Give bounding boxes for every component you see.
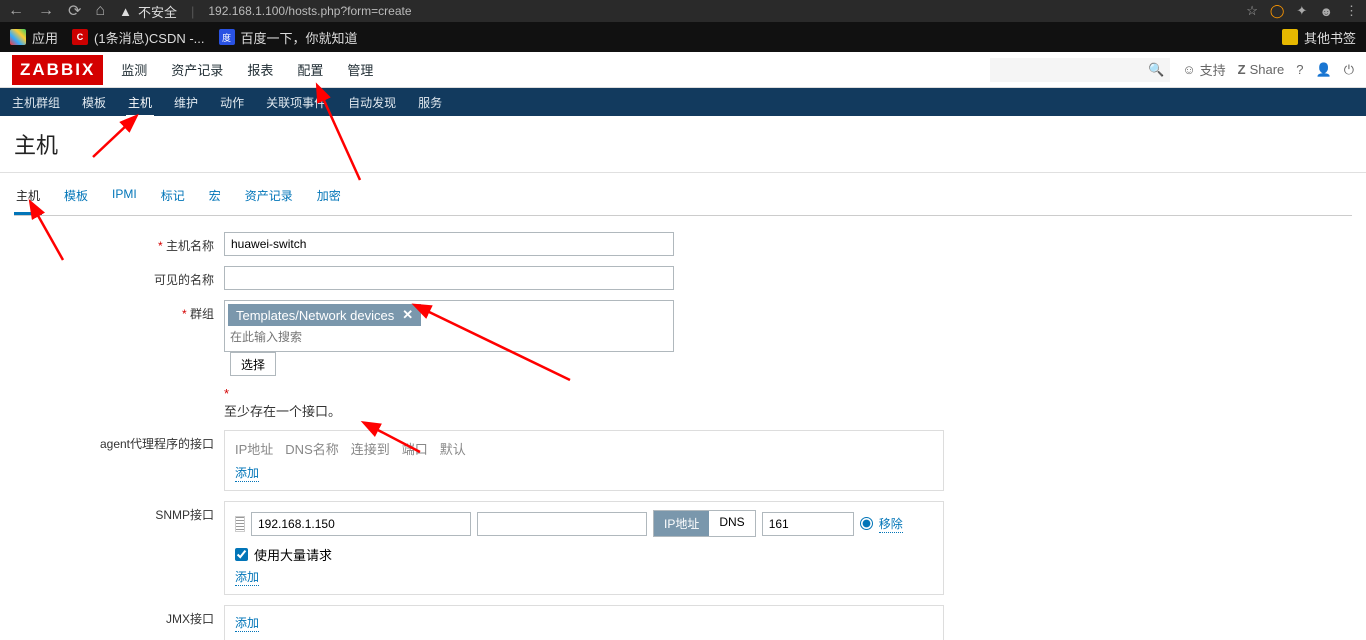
jmx-add-link[interactable]: 添加 — [235, 614, 259, 632]
nav-back-icon[interactable]: ← — [8, 2, 24, 20]
power-icon[interactable]: ⏻ — [1344, 62, 1354, 78]
tab-ipmi[interactable]: IPMI — [110, 181, 139, 215]
subnav-templates[interactable]: 模板 — [80, 88, 108, 117]
subnav-maintenance[interactable]: 维护 — [172, 88, 200, 117]
form-tabs: 主机 模板 IPMI 标记 宏 资产记录 加密 — [14, 181, 1352, 216]
snmp-ip-input[interactable] — [251, 512, 471, 536]
addr-separator: | — [191, 4, 194, 19]
tab-encryption[interactable]: 加密 — [315, 181, 343, 215]
star-icon[interactable]: ☆ — [1246, 3, 1258, 19]
nav-reload-icon[interactable]: ⟳ — [68, 1, 81, 21]
search-input[interactable] — [990, 58, 1170, 82]
snmp-default-radio[interactable] — [860, 517, 873, 530]
nav-home-icon[interactable]: ⌂ — [95, 2, 105, 20]
hostname-input[interactable] — [224, 232, 674, 256]
jmx-label: JMX接口 — [14, 605, 224, 627]
insecure-label: 不安全 — [138, 2, 177, 21]
user-icon[interactable]: 👤 — [1316, 62, 1332, 78]
snmp-label: SNMP接口 — [14, 501, 224, 523]
sub-nav: 主机群组 模板 主机 维护 动作 关联项事件 自动发现 服务 — [0, 88, 1366, 116]
iface-header: IP地址DNS名称 连接到端口 默认 — [235, 439, 933, 458]
page-title: 主机 — [0, 116, 1366, 173]
browser-toolbar: ← → ⟳ ⌂ ▲ 不安全 | 192.168.1.100/hosts.php?… — [0, 0, 1366, 22]
menu-admin[interactable]: 管理 — [343, 51, 377, 88]
groups-label: 群组 — [14, 300, 224, 322]
toggle-ip[interactable]: IP地址 — [654, 511, 709, 536]
select-button[interactable]: 选择 — [230, 352, 276, 376]
bm-apps[interactable]: 应用 — [10, 28, 58, 47]
jmx-iface-box: 添加 — [224, 605, 944, 640]
tag-remove-icon[interactable]: ✕ — [402, 307, 413, 323]
menu-reports[interactable]: 报表 — [243, 51, 277, 88]
bulk-checkbox[interactable] — [235, 548, 248, 561]
nav-fwd-icon[interactable]: → — [38, 2, 54, 20]
address-url[interactable]: 192.168.1.100/hosts.php?form=create — [208, 4, 411, 18]
agent-iface-box: IP地址DNS名称 连接到端口 默认 添加 — [224, 430, 944, 491]
search-icon[interactable]: 🔍 — [1148, 62, 1164, 78]
extension-icon[interactable]: ✦ — [1296, 3, 1307, 19]
subnav-discovery[interactable]: 自动发现 — [346, 88, 398, 117]
group-tag[interactable]: Templates/Network devices✕ — [228, 304, 421, 326]
bookmarks-bar: 应用 C(1条消息)CSDN -... 度百度一下，你就知道 其他书签 — [0, 22, 1366, 52]
menu-monitor[interactable]: 监测 — [117, 51, 151, 88]
menu-inventory[interactable]: 资产记录 — [167, 51, 227, 88]
host-form: 主机名称 可见的名称 群组 Templates/Network devices✕… — [0, 216, 1366, 640]
snmp-iface-box: IP地址 DNS 移除 使用大量请求 添加 — [224, 501, 944, 595]
support-link[interactable]: ☺支持 — [1182, 60, 1225, 79]
tab-tags[interactable]: 标记 — [159, 181, 187, 215]
warning-icon: ▲ — [119, 4, 132, 19]
zabbix-logo[interactable]: ZABBIX — [12, 55, 103, 85]
subnav-correlation[interactable]: 关联项事件 — [264, 88, 328, 117]
connect-toggle[interactable]: IP地址 DNS — [653, 510, 756, 537]
profile-icon[interactable]: ☻ — [1319, 4, 1333, 19]
menu-config[interactable]: 配置 — [293, 51, 327, 88]
bm-baidu[interactable]: 度百度一下，你就知道 — [219, 28, 358, 47]
main-menu: 监测 资产记录 报表 配置 管理 — [117, 51, 377, 88]
menu-icon[interactable]: ⋮ — [1345, 3, 1358, 19]
share-link[interactable]: ZShare — [1238, 62, 1285, 77]
subnav-hosts[interactable]: 主机 — [126, 88, 154, 117]
visiblename-label: 可见的名称 — [14, 266, 224, 288]
subnav-actions[interactable]: 动作 — [218, 88, 246, 117]
snmp-dns-input[interactable] — [477, 512, 647, 536]
toggle-dns[interactable]: DNS — [709, 511, 754, 536]
hostname-label: 主机名称 — [14, 232, 224, 254]
agent-add-link[interactable]: 添加 — [235, 464, 259, 482]
groups-search-input[interactable] — [228, 326, 670, 348]
snmp-port-input[interactable] — [762, 512, 854, 536]
bm-other[interactable]: 其他书签 — [1282, 28, 1356, 47]
drag-handle-icon[interactable] — [235, 516, 245, 532]
subnav-hostgroups[interactable]: 主机群组 — [10, 88, 62, 117]
bm-csdn[interactable]: C(1条消息)CSDN -... — [72, 28, 205, 47]
tab-macros[interactable]: 宏 — [207, 181, 223, 215]
zabbix-header: ZABBIX 监测 资产记录 报表 配置 管理 🔍 ☺支持 ZShare ? 👤… — [0, 52, 1366, 88]
tab-inventory[interactable]: 资产记录 — [243, 181, 295, 215]
tab-host[interactable]: 主机 — [14, 181, 42, 215]
iface-warning: * 至少存在一个接口。 — [224, 386, 341, 420]
subnav-services[interactable]: 服务 — [416, 88, 444, 117]
tab-templates[interactable]: 模板 — [62, 181, 90, 215]
visiblename-input[interactable] — [224, 266, 674, 290]
help-icon[interactable]: ? — [1296, 62, 1303, 77]
chrome-circle-icon[interactable]: ◯ — [1270, 3, 1285, 19]
snmp-add-link[interactable]: 添加 — [235, 568, 259, 586]
bulk-label: 使用大量请求 — [254, 545, 332, 564]
groups-multiselect[interactable]: Templates/Network devices✕ — [224, 300, 674, 352]
agent-label: agent代理程序的接口 — [14, 430, 224, 452]
snmp-remove-link[interactable]: 移除 — [879, 515, 903, 533]
